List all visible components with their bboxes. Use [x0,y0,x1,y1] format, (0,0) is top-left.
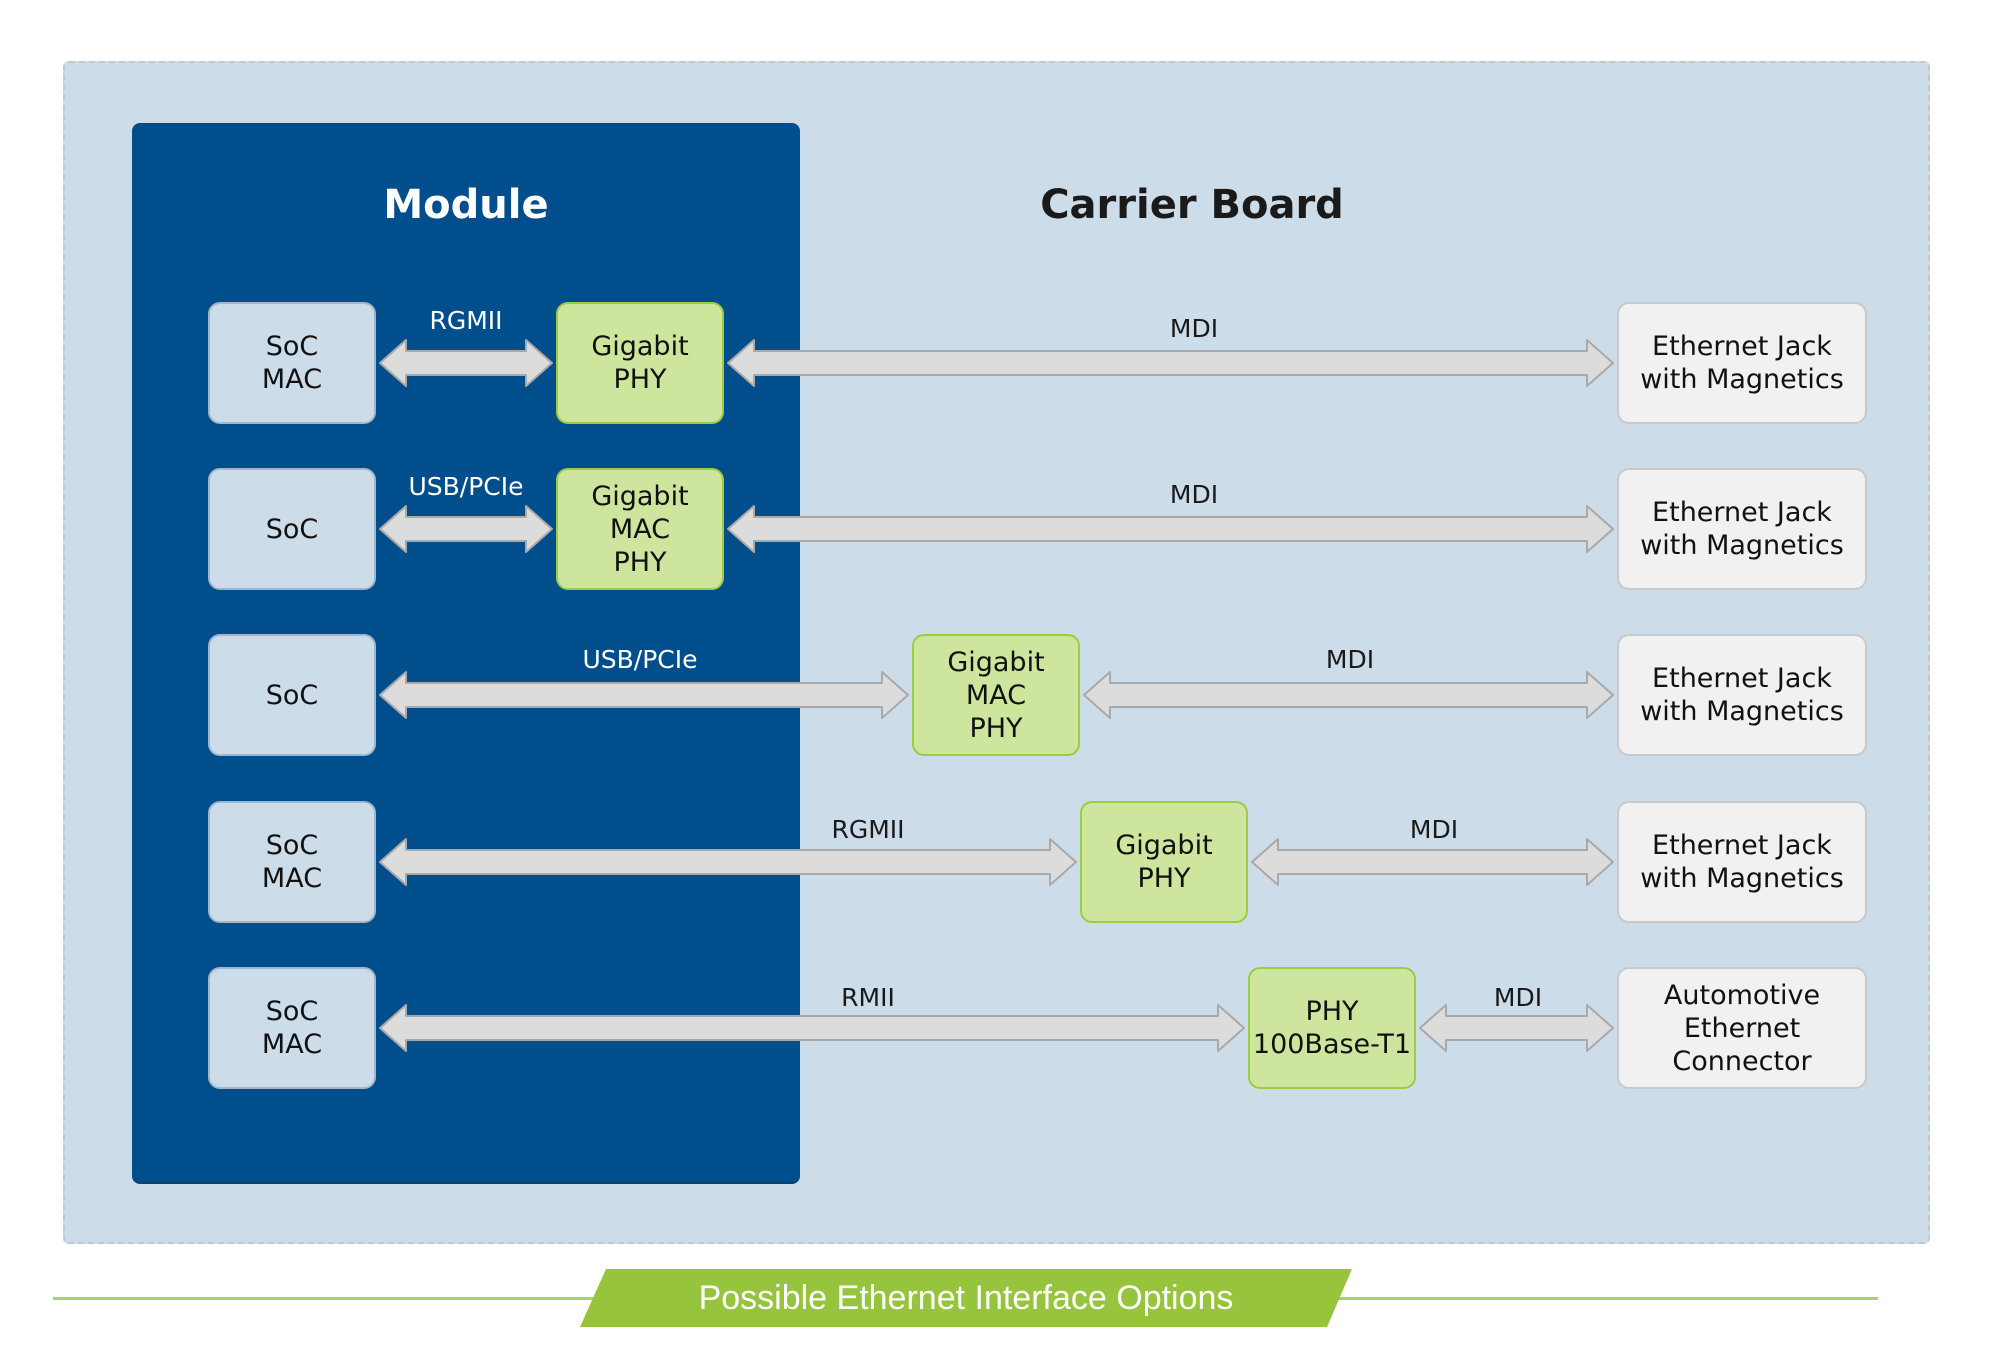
double-arrow-icon [727,505,1614,553]
phy-box: Gigabit MAC PHY [912,634,1080,756]
phy-box: PHY 100Base-T1 [1248,967,1416,1089]
link-label: USB/PCIe [408,472,524,501]
double-arrow-icon [379,671,909,719]
double-arrow-icon [727,339,1614,387]
link-label: USB/PCIe [582,645,698,674]
link-label: MDI [1325,645,1375,674]
link-label: RGMII [429,306,503,335]
link-label: MDI [1409,815,1459,844]
double-arrow-icon [1083,671,1614,719]
link-label: MDI [1169,480,1219,509]
phy-box: Gigabit MAC PHY [556,468,724,590]
link-label: RMII [841,983,895,1012]
connector-box: Ethernet Jack with Magnetics [1617,302,1867,424]
connector-box: Ethernet Jack with Magnetics [1617,801,1867,923]
link-label: MDI [1169,314,1219,343]
soc-box: SoC [208,468,376,590]
double-arrow-icon [379,1004,1245,1052]
link-label: RGMII [831,815,905,844]
phy-box: Gigabit PHY [1080,801,1248,923]
connector-box: Automotive Ethernet Connector [1617,967,1867,1089]
phy-box: Gigabit PHY [556,302,724,424]
soc-box: SoC MAC [208,302,376,424]
soc-box: SoC [208,634,376,756]
link-label: MDI [1493,983,1543,1012]
connector-box: Ethernet Jack with Magnetics [1617,468,1867,590]
double-arrow-icon [1251,838,1614,886]
soc-box: SoC MAC [208,801,376,923]
caption-text: Possible Ethernet Interface Options [698,1279,1234,1317]
soc-box: SoC MAC [208,967,376,1089]
double-arrow-icon [379,339,553,387]
double-arrow-icon [379,505,553,553]
double-arrow-icon [379,838,1077,886]
connector-box: Ethernet Jack with Magnetics [1617,634,1867,756]
